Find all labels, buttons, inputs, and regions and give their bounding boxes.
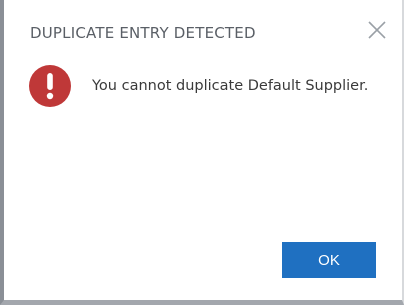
error-dialog: DUPLICATE ENTRY DETECTED You cannot dupl… — [0, 0, 404, 305]
close-icon[interactable] — [366, 19, 388, 41]
message-row: You cannot duplicate Default Supplier. — [28, 64, 368, 108]
error-message: You cannot duplicate Default Supplier. — [92, 78, 369, 94]
ok-button[interactable]: OK — [282, 242, 376, 278]
dialog-title: DUPLICATE ENTRY DETECTED — [30, 24, 256, 42]
error-icon — [28, 64, 72, 108]
